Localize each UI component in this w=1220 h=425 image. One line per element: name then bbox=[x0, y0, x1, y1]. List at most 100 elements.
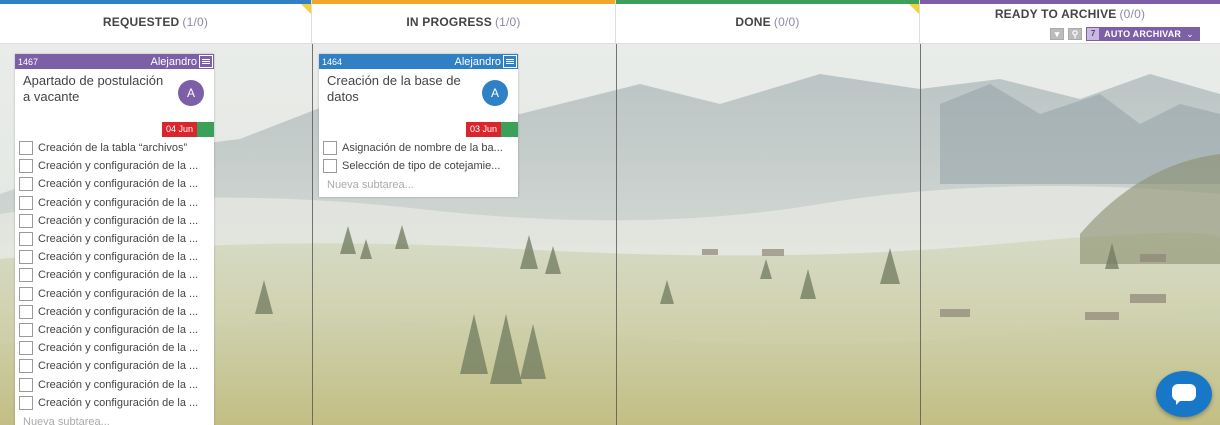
subtask-item[interactable]: Creación y configuración de la ... bbox=[18, 157, 211, 175]
card-owner: Alejandro bbox=[150, 55, 197, 68]
avatar[interactable]: A bbox=[482, 80, 508, 106]
auto-archive-count: 7 bbox=[1087, 28, 1100, 40]
column-divider bbox=[920, 44, 921, 425]
column-divider bbox=[312, 44, 313, 425]
card-owner: Alejandro bbox=[454, 55, 501, 68]
card-id: 1464 bbox=[322, 56, 343, 67]
chevron-down-icon: ⌄ bbox=[1186, 28, 1194, 39]
subtask-item[interactable]: Asignación de nombre de la ba... bbox=[322, 139, 515, 157]
subtask-item[interactable]: Creación y configuración de la ... bbox=[18, 194, 211, 212]
subtask-item[interactable]: Creación y configuración de la ... bbox=[18, 357, 211, 375]
board-header: REQUESTED (1/0) IN PROGRESS (1/0) DONE (… bbox=[0, 0, 1220, 44]
column-color-stripe bbox=[616, 0, 919, 4]
column-corner-marker bbox=[301, 4, 311, 14]
subtask-checkbox[interactable] bbox=[19, 341, 33, 356]
due-date-row: 04 Jun bbox=[15, 122, 214, 137]
chat-launcher-button[interactable] bbox=[1156, 371, 1212, 417]
subtask-item[interactable]: Selección de tipo de cotejamie... bbox=[322, 157, 515, 175]
subtask-text: Creación y configuración de la ... bbox=[38, 251, 199, 264]
subtask-item[interactable]: Creación de la tabla “archivos” bbox=[18, 139, 211, 157]
subtask-text: Creación y configuración de la ... bbox=[38, 196, 199, 209]
column-header-done[interactable]: DONE (0/0) bbox=[616, 0, 920, 44]
subtask-checkbox[interactable] bbox=[19, 377, 33, 392]
subtask-text: Creación y configuración de la ... bbox=[38, 233, 199, 246]
subtask-checkbox[interactable] bbox=[19, 177, 33, 192]
column-header-requested[interactable]: REQUESTED (1/0) bbox=[0, 0, 312, 44]
due-date-badge[interactable]: 03 Jun bbox=[465, 122, 501, 137]
column-color-stripe bbox=[312, 0, 615, 4]
subtask-item[interactable]: Creación y configuración de la ... bbox=[18, 266, 211, 284]
subtask-text: Creación y configuración de la ... bbox=[38, 396, 199, 409]
subtask-item[interactable]: Creación y configuración de la ... bbox=[18, 339, 211, 357]
due-date-row: 03 Jun bbox=[319, 122, 518, 137]
subtask-item[interactable]: Creación y configuración de la ... bbox=[18, 230, 211, 248]
card-id: 1467 bbox=[18, 56, 39, 67]
subtask-item[interactable]: Creación y configuración de la ... bbox=[18, 321, 211, 339]
status-flag bbox=[197, 122, 214, 137]
subtask-item[interactable]: Creación y configuración de la ... bbox=[18, 248, 211, 266]
new-subtask-input[interactable]: Nueva subtarea... bbox=[319, 175, 518, 197]
subtask-text: Creación y configuración de la ... bbox=[38, 378, 199, 391]
card-title[interactable]: Apartado de postulación a vacante bbox=[23, 73, 174, 105]
search-icon[interactable]: ⚲ bbox=[1068, 28, 1083, 40]
subtask-item[interactable]: Creación y configuración de la ... bbox=[18, 212, 211, 230]
subtask-checkbox[interactable] bbox=[19, 232, 33, 247]
subtask-text: Creación y configuración de la ... bbox=[38, 305, 199, 318]
task-card[interactable]: 1467 Alejandro Apartado de postulación a… bbox=[15, 54, 214, 425]
download-icon[interactable]: ▾ bbox=[1050, 28, 1065, 40]
subtask-checkbox[interactable] bbox=[19, 159, 33, 174]
column-title: IN PROGRESS bbox=[406, 15, 492, 29]
column-count: (0/0) bbox=[773, 15, 800, 29]
card-header: 1464 Alejandro bbox=[319, 54, 518, 69]
subtask-item[interactable]: Creación y configuración de la ... bbox=[18, 375, 211, 393]
subtask-item[interactable]: Creación y configuración de la ... bbox=[18, 303, 211, 321]
subtask-checkbox[interactable] bbox=[19, 286, 33, 301]
column-title: READY TO ARCHIVE bbox=[994, 7, 1117, 21]
task-card[interactable]: 1464 Alejandro Creación de la base de da… bbox=[319, 54, 518, 198]
column-count: (1/0) bbox=[182, 15, 209, 29]
subtask-checkbox[interactable] bbox=[19, 213, 33, 228]
subtask-list: Asignación de nombre de la ba... Selecci… bbox=[319, 137, 518, 175]
subtask-item[interactable]: Creación y configuración de la ... bbox=[18, 285, 211, 303]
column-header-in-progress[interactable]: IN PROGRESS (1/0) bbox=[312, 0, 616, 44]
card-title[interactable]: Creación de la base de datos bbox=[327, 73, 478, 105]
subtask-checkbox[interactable] bbox=[323, 159, 337, 174]
subtask-text: Creación de la tabla “archivos” bbox=[38, 142, 188, 155]
subtask-checkbox[interactable] bbox=[323, 141, 337, 156]
hamburger-menu-icon[interactable] bbox=[199, 55, 213, 68]
subtask-checkbox[interactable] bbox=[19, 268, 33, 283]
subtask-text: Creación y configuración de la ... bbox=[38, 342, 199, 355]
due-date-badge[interactable]: 04 Jun bbox=[161, 122, 197, 137]
hamburger-menu-icon[interactable] bbox=[503, 55, 517, 68]
subtask-text: Selección de tipo de cotejamie... bbox=[342, 160, 501, 173]
column-header-ready-to-archive[interactable]: READY TO ARCHIVE (0/0) ▾ ⚲ 7 AUTO ARCHIV… bbox=[920, 0, 1220, 44]
avatar[interactable]: A bbox=[178, 80, 204, 106]
subtask-text: Creación y configuración de la ... bbox=[38, 178, 199, 191]
column-count: (1/0) bbox=[494, 15, 521, 29]
subtask-checkbox[interactable] bbox=[19, 141, 33, 156]
subtask-text: Creación y configuración de la ... bbox=[38, 360, 199, 373]
column-color-stripe bbox=[920, 0, 1220, 4]
column-title: REQUESTED bbox=[102, 15, 180, 29]
archive-toolbar: ▾ ⚲ 7 AUTO ARCHIVAR ⌄ bbox=[1050, 27, 1200, 41]
subtask-checkbox[interactable] bbox=[19, 322, 33, 337]
subtask-checkbox[interactable] bbox=[19, 395, 33, 410]
column-title: DONE bbox=[735, 15, 771, 29]
column-corner-marker bbox=[909, 4, 919, 14]
subtask-item[interactable]: Creación y configuración de la ... bbox=[18, 394, 211, 412]
subtask-text: Creación y configuración de la ... bbox=[38, 269, 199, 282]
subtask-text: Creación y configuración de la ... bbox=[38, 287, 199, 300]
subtask-text: Creación y configuración de la ... bbox=[38, 214, 199, 227]
subtask-text: Creación y configuración de la ... bbox=[38, 160, 199, 173]
column-divider bbox=[616, 44, 617, 425]
new-subtask-input[interactable]: Nueva subtarea... bbox=[15, 412, 214, 425]
subtask-text: Creación y configuración de la ... bbox=[38, 323, 199, 336]
subtask-checkbox[interactable] bbox=[19, 304, 33, 319]
subtask-checkbox[interactable] bbox=[19, 195, 33, 210]
subtask-checkbox[interactable] bbox=[19, 250, 33, 265]
subtask-item[interactable]: Creación y configuración de la ... bbox=[18, 175, 211, 193]
chat-bubble-tail bbox=[1176, 399, 1182, 405]
auto-archive-button[interactable]: 7 AUTO ARCHIVAR ⌄ bbox=[1086, 27, 1200, 41]
card-header: 1467 Alejandro bbox=[15, 54, 214, 69]
subtask-checkbox[interactable] bbox=[19, 359, 33, 374]
